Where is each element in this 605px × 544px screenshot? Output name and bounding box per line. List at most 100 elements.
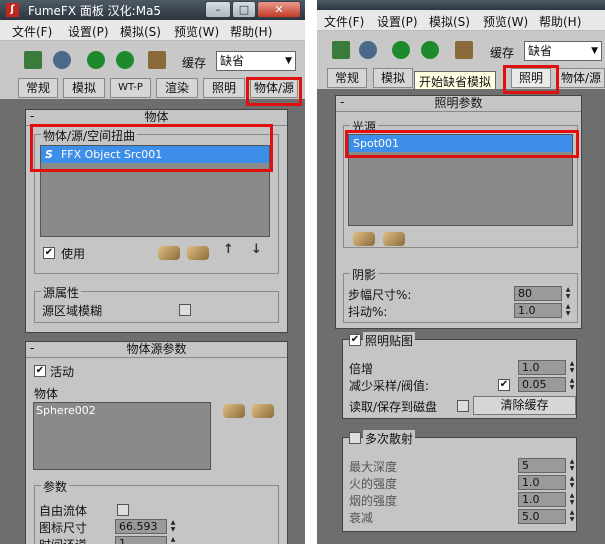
annotation-tab-highlight (246, 77, 302, 106)
pick-list-icon[interactable] (187, 246, 209, 260)
play-icon[interactable] (87, 51, 105, 69)
play-icon[interactable] (392, 41, 410, 59)
tab-simulation[interactable]: 模拟 (373, 68, 413, 88)
left-window: ʃ FumeFX 面板 汉化:Ma5 – □ ✕ 文件(F) 设置(P) 模拟(… (0, 0, 305, 544)
smoke-intensity-spinner[interactable]: 1.0 ▲ ▼ (518, 492, 574, 507)
image-icon[interactable] (332, 41, 350, 59)
toolbar: 缓存 缺省 ▼ (317, 31, 605, 67)
active-label: 活动 (50, 365, 75, 379)
pick-light-list-icon[interactable] (383, 232, 405, 246)
lighting-params-header[interactable]: - 照明参数 (336, 95, 581, 112)
cache-value: 缺省 (220, 54, 245, 68)
menu-settings[interactable]: 设置(P) (68, 23, 109, 40)
menu-preview[interactable]: 预览(W) (483, 13, 528, 30)
step-size-spinner[interactable]: 80 ▲ ▼ (514, 286, 570, 301)
multiplier-spinner[interactable]: 1.0 ▲ ▼ (518, 360, 574, 375)
image-icon[interactable] (24, 51, 42, 69)
move-down-icon[interactable]: ↓ (251, 242, 262, 257)
menu-simulate[interactable]: 模拟(S) (120, 23, 161, 40)
falloff-label: 衰减 (349, 511, 374, 525)
multiplier-label: 倍增 (349, 362, 374, 376)
time-label: 时间还道 (39, 536, 87, 544)
annotation-tab-highlight (503, 65, 559, 94)
fumefx-app-icon: ʃ (6, 3, 19, 17)
tab-objects[interactable]: 物体/源 (557, 68, 605, 88)
reduce-sampling-label: 减少采样/阀值: (349, 379, 430, 393)
pick-light-icon[interactable] (353, 232, 375, 246)
read-save-disk-checkbox[interactable] (457, 400, 469, 412)
multi-scatter-checkbox[interactable] (349, 432, 361, 444)
menu-file[interactable]: 文件(F) (12, 23, 52, 40)
continue-icon[interactable] (421, 41, 439, 59)
continue-icon[interactable] (116, 51, 134, 69)
fire-intensity-spinner[interactable]: 1.0 ▲ ▼ (518, 475, 574, 490)
reduce-sampling-checkbox[interactable]: ✔ (498, 379, 510, 391)
step-size-label: 步幅尺寸%: (348, 288, 412, 302)
window-title: FumeFX 面板 汉化:Ma5 (28, 4, 162, 18)
title-bar (317, 0, 605, 10)
source-params-header[interactable]: - 物体源参数 (26, 341, 287, 358)
max-depth-label: 最大深度 (349, 460, 398, 474)
tab-render[interactable]: 渲染 (156, 78, 198, 98)
source-object-listbox[interactable]: Sphere002 (33, 402, 211, 470)
menu-help[interactable]: 帮助(H) (539, 13, 581, 30)
max-depth-spinner[interactable]: 5 ▲ ▼ (518, 458, 574, 473)
move-up-icon[interactable]: ↑ (223, 242, 234, 257)
chevron-down-icon: ▼ (285, 56, 292, 66)
tab-wtp[interactable]: WT-P (110, 78, 151, 98)
active-checkbox[interactable]: ✔ (34, 365, 46, 377)
menu-settings[interactable]: 设置(P) (377, 13, 418, 30)
use-label: 使用 (61, 247, 86, 261)
satellite-icon[interactable] (53, 51, 71, 69)
cache-value: 缺省 (528, 44, 553, 58)
source-blur-checkbox[interactable] (179, 304, 191, 316)
object-label: 物体 (34, 387, 59, 401)
lightmap-group: ✔ 照明贴图 倍增 1.0 ▲ ▼ 减少采样/阀值: ✔ 0.05 ▲ ▼ 读取/保存到… (342, 332, 577, 419)
params-group: 参数 自由流体 图标尺寸 66.593▲▼ 时间还道 1▲▼ (34, 478, 279, 544)
menu-preview[interactable]: 预览(W) (174, 23, 219, 40)
title-bar: ʃ FumeFX 面板 汉化:Ma5 – □ ✕ (0, 0, 305, 20)
source-props-group: 源属性 源区域模糊 (34, 284, 279, 323)
multi-scatter-group: 多次散射 最大深度 5 ▲ ▼ 火的强度 1.0 ▲ ▼ 烟的强度 1.0 ▲ ▼ 衰减 5… (342, 430, 577, 532)
chevron-down-icon: ▼ (591, 46, 598, 56)
annotation-list-highlight (345, 130, 579, 158)
icon-size-spinner[interactable]: 66.593 ▲ ▼ (115, 519, 175, 534)
tab-simulation[interactable]: 模拟 (63, 78, 105, 98)
falloff-spinner[interactable]: 5.0 ▲ ▼ (518, 509, 574, 524)
pick-object-icon[interactable] (158, 246, 180, 260)
time-spinner[interactable]: 1▲▼ (115, 536, 175, 544)
menu-help[interactable]: 帮助(H) (230, 23, 272, 40)
cache-label: 缓存 (182, 56, 207, 70)
free-flow-checkbox[interactable] (117, 504, 129, 516)
close-button[interactable]: ✕ (257, 1, 301, 18)
menu-file[interactable]: 文件(F) (324, 13, 364, 30)
clear-cache-button[interactable]: 清除缓存 (473, 396, 576, 415)
smoke-intensity-label: 烟的强度 (349, 494, 398, 508)
list-item[interactable]: Sphere002 (34, 403, 210, 419)
cache-dropdown[interactable]: 缺省 ▼ (524, 41, 602, 61)
preview-icon[interactable] (148, 51, 166, 69)
cache-dropdown[interactable]: 缺省 ▼ (216, 51, 296, 71)
free-flow-label: 自由流体 (39, 504, 88, 518)
pick-source-list-icon[interactable] (252, 404, 274, 418)
lightmap-checkbox[interactable]: ✔ (349, 334, 361, 346)
source-props-label: 源属性 (41, 284, 82, 301)
jitter-label: 抖动%: (348, 305, 388, 319)
annotation-list-highlight (30, 124, 273, 172)
tab-general[interactable]: 常规 (327, 68, 367, 88)
tab-lighting[interactable]: 照明 (203, 78, 245, 98)
minimize-button[interactable]: – (205, 1, 231, 18)
pick-source-icon[interactable] (223, 404, 245, 418)
maximize-button[interactable]: □ (232, 1, 256, 18)
preview-icon[interactable] (455, 41, 473, 59)
menu-simulate[interactable]: 模拟(S) (429, 13, 470, 30)
satellite-icon[interactable] (359, 41, 377, 59)
jitter-spinner[interactable]: 1.0 ▲ ▼ (514, 303, 570, 318)
toolbar: 缓存 缺省 ▼ (0, 41, 305, 77)
threshold-spinner[interactable]: 0.05 ▲ ▼ (518, 377, 574, 392)
use-checkbox[interactable]: ✔ (43, 247, 55, 259)
tab-general[interactable]: 常规 (18, 78, 58, 98)
source-blur-label: 源区域模糊 (42, 304, 103, 318)
params-label: 参数 (41, 478, 70, 495)
shadow-group: 阴影 步幅尺寸%: 80 ▲ ▼ 抖动%: 1.0 ▲ ▼ (343, 266, 578, 323)
